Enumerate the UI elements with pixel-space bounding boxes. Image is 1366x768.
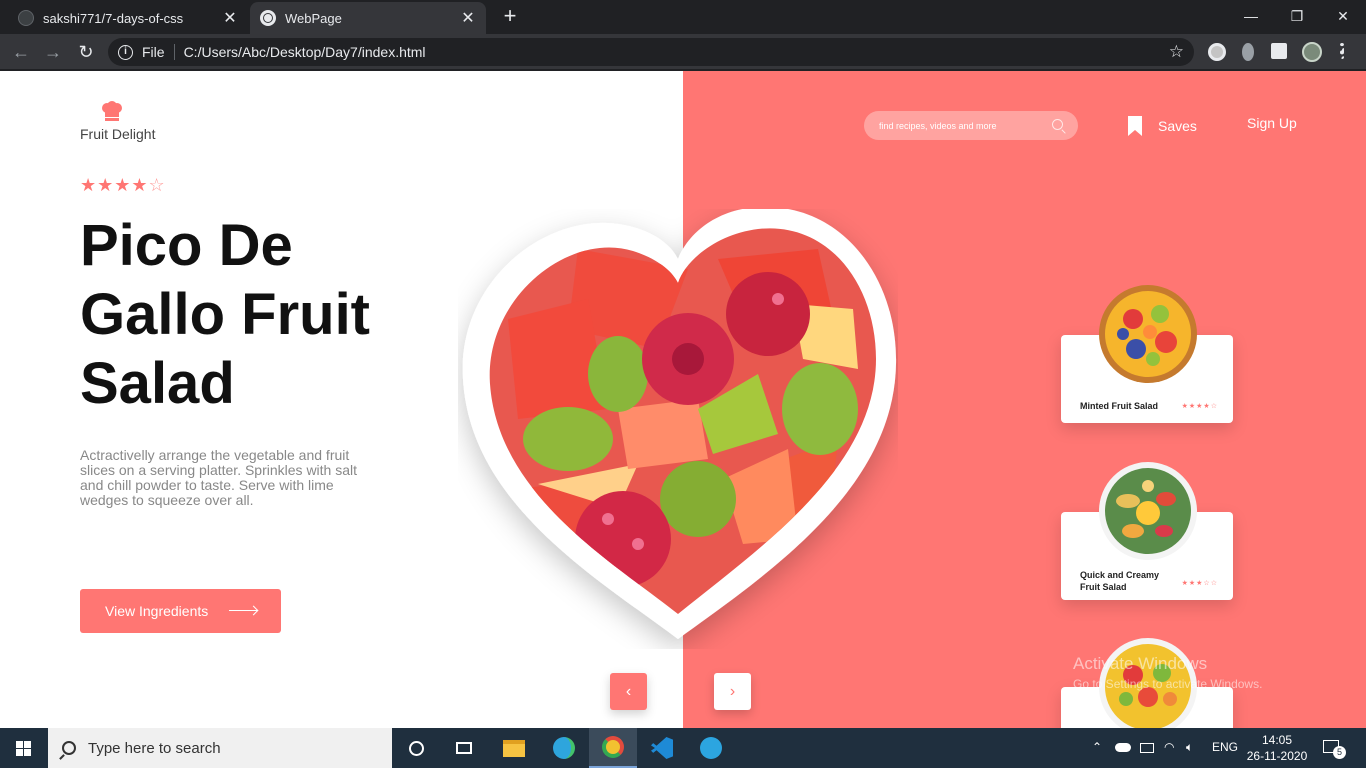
clock-time: 14:05: [1261, 733, 1293, 747]
windows-logo-icon: [16, 741, 32, 756]
edge-button[interactable]: [540, 728, 588, 768]
telegram-icon: [700, 737, 722, 759]
telegram-button[interactable]: [687, 728, 735, 768]
activate-windows-watermark: Activate Windows Go to Settings to activ…: [1073, 654, 1262, 691]
battery-icon[interactable]: [1140, 743, 1154, 753]
extension-icon[interactable]: [1208, 43, 1226, 61]
slider-prev-button[interactable]: ‹: [610, 673, 647, 710]
reload-button[interactable]: ↻: [73, 39, 99, 65]
taskbar-clock[interactable]: 14:05 26-11-2020: [1244, 732, 1310, 764]
cortana-button[interactable]: [392, 728, 440, 768]
title-line: Gallo Fruit: [80, 282, 370, 347]
start-button[interactable]: [0, 728, 48, 768]
chevron-up-icon[interactable]: ⌃: [1092, 740, 1102, 754]
tab-title: WebPage: [285, 10, 342, 26]
card-rating: ★★★☆☆: [1181, 580, 1218, 587]
language-indicator[interactable]: ENG: [1212, 740, 1238, 754]
task-view-icon: [456, 742, 472, 754]
chrome-button[interactable]: [589, 728, 637, 768]
onedrive-icon[interactable]: [1115, 743, 1131, 752]
fruit-bowl-image: [462, 209, 897, 639]
recipe-rating: ★★★★☆: [80, 175, 166, 196]
file-explorer-button[interactable]: [490, 728, 538, 768]
back-button[interactable]: ←: [8, 39, 34, 65]
saves-label: Saves: [1158, 118, 1197, 134]
tab-github[interactable]: sakshi771/7-days-of-css ✕: [8, 2, 248, 34]
bookmark-star-icon[interactable]: ☆: [1169, 42, 1184, 62]
page-viewport: Fruit Delight ★★★★☆ Pico De Gallo Fruit …: [0, 71, 1366, 728]
recipe-description: Actractivelly arrange the vegetable and …: [80, 447, 358, 508]
rating-star-empty: ☆: [148, 175, 166, 195]
fruit-bowl-thumbnail: [1099, 462, 1197, 560]
forward-button[interactable]: →: [40, 39, 66, 65]
fruit-bowl-thumbnail: [1099, 285, 1197, 383]
clock-date: 26-11-2020: [1246, 749, 1308, 763]
search-input[interactable]: [879, 120, 1044, 131]
brand-name: Fruit Delight: [80, 126, 156, 142]
address-scheme: File: [142, 44, 175, 60]
watermark-subtitle: Go to Settings to activate Windows.: [1073, 677, 1263, 691]
action-center-button[interactable]: 5: [1323, 738, 1346, 759]
search-icon: [62, 741, 76, 755]
cortana-icon: [408, 740, 424, 756]
edge-icon: [553, 737, 575, 759]
browser-tab-strip: sakshi771/7-days-of-css ✕ WebPage ✕ + — …: [0, 0, 1366, 34]
saves-link[interactable]: Saves: [1128, 116, 1197, 136]
rating-stars-filled: ★★★★: [80, 175, 149, 195]
close-window-button[interactable]: ✕: [1320, 4, 1366, 30]
minimize-button[interactable]: —: [1228, 4, 1274, 30]
card-title: Quick and Creamy Fruit Salad: [1080, 570, 1160, 592]
taskbar-search[interactable]: Type here to search: [48, 728, 392, 768]
notification-badge: 5: [1333, 746, 1346, 759]
arrow-right-icon: [229, 610, 257, 611]
task-view-button[interactable]: [440, 728, 488, 768]
info-icon[interactable]: i: [118, 44, 133, 60]
cta-label: View Ingredients: [105, 603, 209, 619]
globe-icon: [260, 10, 276, 26]
volume-icon[interactable]: 🔈︎: [1186, 740, 1193, 755]
github-icon: [18, 10, 34, 26]
close-tab-icon[interactable]: ✕: [222, 8, 238, 28]
slider-next-button[interactable]: ›: [714, 673, 751, 710]
address-url[interactable]: C:/Users/Abc/Desktop/Day7/index.html: [184, 44, 426, 60]
chrome-icon: [602, 736, 624, 758]
profile-avatar[interactable]: [1302, 42, 1322, 62]
sign-up-link[interactable]: Sign Up: [1247, 115, 1297, 131]
address-bar[interactable]: i File C:/Users/Abc/Desktop/Day7/index.h…: [108, 38, 1194, 66]
bookmark-icon: [1128, 116, 1142, 136]
vscode-icon: [651, 737, 673, 759]
browser-toolbar: ← → ↻ i File C:/Users/Abc/Desktop/Day7/i…: [0, 34, 1366, 70]
title-line: Salad: [80, 351, 235, 416]
search-icon[interactable]: [1052, 119, 1063, 130]
extension-icon[interactable]: [1242, 43, 1254, 61]
taskbar-search-label: Type here to search: [88, 739, 221, 757]
chef-hat-icon: [102, 101, 122, 121]
watermark-title: Activate Windows: [1073, 654, 1208, 673]
brand-logo[interactable]: Fruit Delight: [80, 99, 170, 145]
recipe-search[interactable]: [864, 111, 1078, 140]
title-line: Pico De: [80, 213, 293, 278]
restore-button[interactable]: ❐: [1274, 4, 1320, 30]
extensions-puzzle-icon[interactable]: [1271, 43, 1287, 59]
vscode-button[interactable]: [638, 728, 686, 768]
tab-webpage[interactable]: WebPage ✕: [250, 2, 486, 34]
view-ingredients-button[interactable]: View Ingredients: [80, 589, 281, 633]
page-title: Pico De Gallo Fruit Salad: [80, 211, 410, 418]
new-tab-button[interactable]: +: [498, 5, 522, 29]
more-menu-icon[interactable]: [1340, 43, 1344, 59]
wifi-icon[interactable]: ◠: [1164, 740, 1174, 754]
windows-taskbar: Type here to search ⌃ ◠ 🔈︎ ENG 14:05 26-…: [0, 728, 1366, 768]
close-tab-icon[interactable]: ✕: [460, 8, 476, 28]
tab-title: sakshi771/7-days-of-css: [43, 10, 184, 26]
card-rating: ★★★★☆: [1181, 403, 1218, 410]
card-title: Minted Fruit Salad: [1080, 401, 1159, 411]
folder-icon: [503, 739, 525, 757]
